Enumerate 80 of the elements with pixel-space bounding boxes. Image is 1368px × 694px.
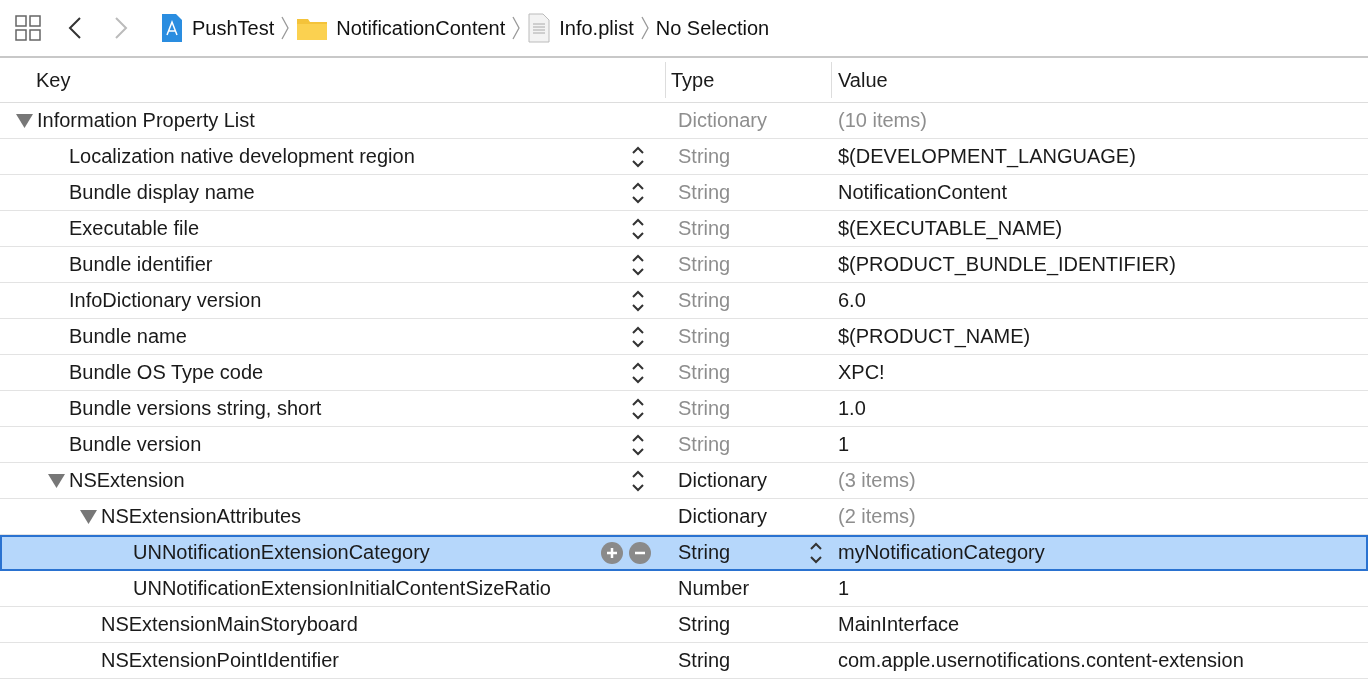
- stepper-icon[interactable]: [631, 180, 645, 205]
- value-text: $(PRODUCT_NAME): [838, 325, 1031, 348]
- type-text: String: [678, 361, 731, 384]
- key-text: Localization native development region: [69, 145, 415, 168]
- column-header[interactable]: Value: [838, 68, 888, 92]
- key-text: NSExtensionMainStoryboard: [101, 613, 358, 636]
- key-text: Bundle display name: [69, 181, 255, 204]
- type-text: Dictionary: [678, 109, 767, 132]
- stepper-icon[interactable]: [631, 324, 645, 349]
- key-text: UNNotificationExtensionCategory: [133, 541, 430, 564]
- key-text: NSExtensionAttributes: [101, 505, 302, 528]
- value-text: $(PRODUCT_BUNDLE_IDENTIFIER): [838, 253, 1176, 276]
- stepper-icon[interactable]: [631, 468, 645, 493]
- document-icon: [527, 13, 552, 43]
- breadcrumb-separator-icon: [280, 15, 291, 41]
- value-text: XPC!: [838, 361, 885, 384]
- key-text: Bundle versions string, short: [69, 397, 322, 420]
- breadcrumb-item[interactable]: Info.plist: [527, 13, 634, 43]
- back-button[interactable]: [68, 16, 82, 40]
- stepper-icon[interactable]: [631, 216, 645, 241]
- value-text: $(DEVELOPMENT_LANGUAGE): [838, 145, 1136, 168]
- key-text: Information Property List: [37, 109, 255, 132]
- triangle-down-icon[interactable]: [80, 509, 97, 524]
- type-text: String: [678, 145, 731, 168]
- key-text: NSExtensionPointIdentifier: [101, 649, 339, 672]
- value-text: MainInterface: [838, 613, 960, 636]
- remove-button[interactable]: [629, 541, 651, 564]
- value-text: $(EXECUTABLE_NAME): [838, 217, 1063, 240]
- type-text: String: [678, 397, 731, 420]
- type-text: String: [678, 289, 731, 312]
- key-text: Executable file: [69, 217, 200, 240]
- type-text: Number: [678, 577, 750, 600]
- value-text: 6.0: [838, 289, 866, 312]
- key-text: Bundle identifier: [69, 253, 213, 276]
- triangle-down-icon[interactable]: [16, 113, 33, 128]
- app-project-icon: [160, 13, 184, 43]
- table-row[interactable]: UNNotificationExtensionCategory String myNotificationCategory: [0, 535, 1368, 571]
- column-header[interactable]: Type: [671, 68, 715, 92]
- value-text: (2 items): [838, 505, 916, 528]
- value-text: (3 items): [838, 469, 916, 492]
- grid-icon[interactable]: [14, 14, 42, 42]
- value-text: com.apple.usernotifications.content-extension: [838, 649, 1244, 672]
- value-text: 1: [838, 577, 850, 600]
- breadcrumb-separator-icon: [639, 15, 650, 41]
- stepper-icon[interactable]: [631, 288, 645, 313]
- plus-icon: [606, 546, 618, 559]
- key-text: UNNotificationExtensionInitialContentSizeRatio: [133, 577, 551, 600]
- type-text: Dictionary: [678, 505, 767, 528]
- breadcrumb-separator-icon: [511, 15, 522, 41]
- type-text: String: [678, 541, 731, 564]
- column-header[interactable]: Key: [36, 68, 71, 92]
- triangle-down-icon[interactable]: [48, 473, 65, 488]
- value-text: (10 items): [838, 109, 927, 132]
- stepper-icon[interactable]: [631, 432, 645, 457]
- stepper-icon[interactable]: [631, 396, 645, 421]
- key-text: Bundle version: [69, 433, 202, 456]
- value-text: NotificationContent: [838, 181, 1007, 204]
- type-text: String: [678, 613, 731, 636]
- breadcrumb-item[interactable]: No Selection: [655, 16, 770, 40]
- key-text: Bundle OS Type code: [69, 361, 264, 384]
- stepper-icon[interactable]: [631, 144, 645, 169]
- type-text: String: [678, 253, 731, 276]
- value-text: 1.0: [838, 397, 866, 420]
- breadcrumb-item[interactable]: NotificationContent: [296, 15, 506, 41]
- type-text: String: [678, 433, 731, 456]
- value-text: 1: [838, 433, 850, 456]
- type-text: String: [678, 325, 731, 348]
- type-text: String: [678, 181, 731, 204]
- stepper-icon[interactable]: [631, 360, 645, 385]
- stepper-icon[interactable]: [809, 540, 823, 565]
- key-text: InfoDictionary version: [69, 289, 262, 312]
- type-text: Dictionary: [678, 469, 767, 492]
- type-text: String: [678, 649, 731, 672]
- type-text: String: [678, 217, 731, 240]
- key-text: NSExtension: [69, 469, 185, 492]
- key-text: Bundle name: [69, 325, 187, 348]
- breadcrumb-item[interactable]: PushTest: [160, 13, 275, 43]
- add-button[interactable]: [601, 541, 623, 564]
- value-text: myNotificationCategory: [838, 541, 1045, 564]
- stepper-icon[interactable]: [631, 252, 645, 277]
